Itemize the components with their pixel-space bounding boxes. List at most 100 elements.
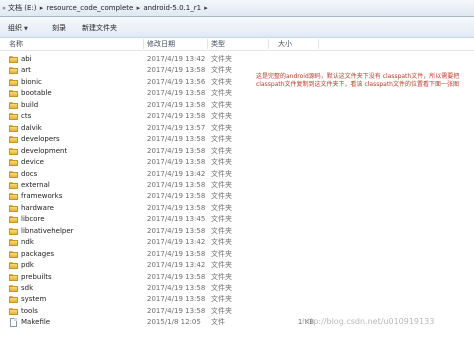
file-size — [270, 203, 314, 214]
burn-button[interactable]: 刻录 — [52, 22, 66, 34]
file-date: 2017/4/19 13:45 — [147, 215, 206, 224]
organize-button[interactable]: 组织 ▼ — [8, 22, 28, 34]
file-date: 2017/4/19 13:42 — [147, 238, 206, 247]
file-size — [270, 272, 314, 283]
column-date[interactable]: 修改日期 — [147, 38, 175, 50]
file-date: 2017/4/19 13:58 — [147, 89, 206, 98]
file-date: 2017/4/19 13:58 — [147, 192, 206, 201]
file-type: 文件夹 — [211, 272, 232, 281]
file-date: 2017/4/19 13:58 — [147, 272, 206, 281]
file-date: 2017/4/19 13:42 — [147, 261, 206, 270]
file-row[interactable]: ndk 2017/4/19 13:42 文件夹 — [0, 237, 474, 248]
file-type: 文件夹 — [211, 89, 232, 98]
folder-icon — [9, 159, 18, 167]
organize-label: 组织 — [8, 24, 22, 32]
folder-icon — [9, 101, 18, 109]
file-row[interactable]: sdk 2017/4/19 13:58 文件夹 — [0, 283, 474, 294]
breadcrumb-android[interactable]: android-5.0.1_r1 — [143, 4, 201, 12]
nav-chevron-icon[interactable]: « — [0, 5, 8, 12]
column-divider[interactable] — [268, 39, 269, 49]
file-row[interactable]: device 2017/4/19 13:58 文件夹 — [0, 157, 474, 168]
file-name: Makefile — [21, 318, 51, 327]
file-name: hardware — [21, 203, 54, 212]
file-name: docs — [21, 169, 38, 178]
command-toolbar: 组织 ▼ 刻录 新建文件夹 — [0, 17, 474, 38]
breadcrumb-resource-code[interactable]: resource_code_complete — [46, 4, 133, 12]
file-type: 文件夹 — [211, 261, 232, 270]
folder-icon — [9, 216, 18, 224]
file-type: 文件夹 — [211, 135, 232, 144]
file-size — [270, 226, 314, 237]
file-row[interactable]: developers 2017/4/19 13:58 文件夹 — [0, 134, 474, 145]
file-name: pdk — [21, 261, 34, 270]
file-row[interactable]: libcore 2017/4/19 13:45 文件夹 — [0, 214, 474, 225]
file-type: 文件夹 — [211, 169, 232, 178]
file-row[interactable]: bootable 2017/4/19 13:58 文件夹 — [0, 88, 474, 99]
file-row[interactable]: development 2017/4/19 13:58 文件夹 — [0, 146, 474, 157]
file-row[interactable]: tools 2017/4/19 13:58 文件夹 — [0, 306, 474, 317]
file-row[interactable]: external 2017/4/19 13:58 文件夹 — [0, 180, 474, 191]
folder-icon — [9, 90, 18, 98]
column-divider[interactable] — [318, 39, 319, 49]
folder-icon — [9, 307, 18, 315]
file-row[interactable]: docs 2017/4/19 13:42 文件夹 — [0, 169, 474, 180]
folder-icon — [9, 181, 18, 189]
folder-icon — [9, 239, 18, 247]
file-type: 文件 — [211, 318, 225, 327]
file-row[interactable]: libnativehelper 2017/4/19 13:58 文件夹 — [0, 226, 474, 237]
file-date: 2017/4/19 13:58 — [147, 180, 206, 189]
file-name: libcore — [21, 215, 45, 224]
folder-icon — [9, 78, 18, 86]
column-divider[interactable] — [143, 39, 144, 49]
file-date: 2017/4/19 13:58 — [147, 295, 206, 304]
file-type: 文件夹 — [211, 55, 232, 63]
annotation-note: 这是完整的android源码，默认这文件夹下没有 classpath文件，所以需… — [256, 73, 460, 88]
new-folder-label: 新建文件夹 — [82, 24, 117, 32]
file-type: 文件夹 — [211, 123, 232, 132]
file-row[interactable]: prebuilts 2017/4/19 13:58 文件夹 — [0, 272, 474, 283]
file-size — [270, 191, 314, 202]
breadcrumb-separator-icon[interactable]: ▸ — [201, 4, 211, 12]
file-type: 文件夹 — [211, 66, 232, 75]
file-size — [270, 54, 314, 65]
breadcrumb-separator-icon[interactable]: ▸ — [133, 4, 143, 12]
file-row[interactable]: pdk 2017/4/19 13:42 文件夹 — [0, 260, 474, 271]
file-row[interactable]: build 2017/4/19 13:58 文件夹 — [0, 100, 474, 111]
breadcrumb-drive[interactable]: 文档 (E:) — [8, 3, 36, 13]
folder-icon — [9, 56, 18, 63]
file-name: bootable — [21, 89, 52, 98]
file-row[interactable]: cts 2017/4/19 13:58 文件夹 — [0, 111, 474, 122]
file-type: 文件夹 — [211, 215, 232, 224]
file-name: packages — [21, 249, 55, 258]
file-row[interactable]: system 2017/4/19 13:58 文件夹 — [0, 294, 474, 305]
file-size — [270, 214, 314, 225]
folder-icon — [9, 262, 18, 270]
column-size[interactable]: 大小 — [278, 38, 292, 50]
breadcrumb-separator-icon[interactable]: ▸ — [36, 4, 46, 12]
column-name[interactable]: 名称 — [9, 38, 23, 50]
file-date: 2017/4/19 13:58 — [147, 284, 206, 292]
file-name: dalvik — [21, 123, 42, 132]
column-header: 名称 修改日期 类型 大小 — [0, 38, 474, 51]
file-type: 文件夹 — [211, 284, 232, 292]
file-size — [270, 294, 314, 305]
file-type: 文件夹 — [211, 249, 232, 258]
folder-icon — [9, 193, 18, 201]
file-row[interactable]: packages 2017/4/19 13:58 文件夹 — [0, 249, 474, 260]
column-type[interactable]: 类型 — [211, 38, 225, 50]
file-name: libnativehelper — [21, 226, 74, 235]
folder-icon — [9, 170, 18, 178]
file-row[interactable]: dalvik 2017/4/19 13:57 文件夹 — [0, 123, 474, 134]
column-divider[interactable] — [207, 39, 208, 49]
file-row[interactable]: frameworks 2017/4/19 13:58 文件夹 — [0, 191, 474, 202]
file-row[interactable]: abi 2017/4/19 13:42 文件夹 — [0, 54, 474, 65]
file-date: 2017/4/19 13:58 — [147, 135, 206, 144]
file-name: tools — [21, 306, 38, 315]
folder-icon — [9, 147, 18, 155]
file-name: development — [21, 146, 68, 155]
new-folder-button[interactable]: 新建文件夹 — [82, 22, 117, 34]
address-bar[interactable]: « 文档 (E:) ▸ resource_code_complete ▸ and… — [0, 0, 474, 17]
file-type: 文件夹 — [211, 77, 232, 86]
file-row[interactable]: hardware 2017/4/19 13:58 文件夹 — [0, 203, 474, 214]
file-type: 文件夹 — [211, 295, 232, 304]
